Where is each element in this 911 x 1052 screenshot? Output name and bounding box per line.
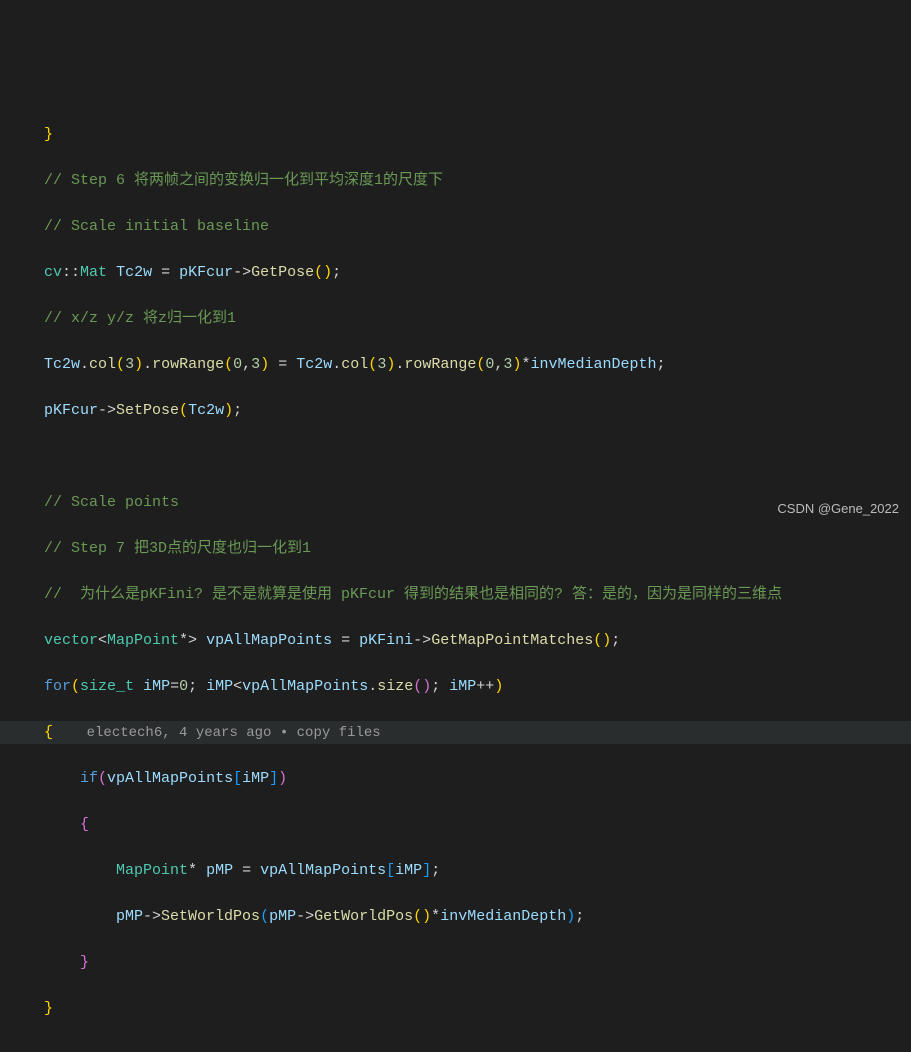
code-line: pMP->SetWorldPos(pMP->GetWorldPos()*invM… <box>44 905 911 928</box>
comment: // Scale points <box>44 494 179 511</box>
comment: // Scale initial baseline <box>44 218 269 235</box>
code-line: for(size_t iMP=0; iMP<vpAllMapPoints.siz… <box>44 675 911 698</box>
code-line: MapPoint* pMP = vpAllMapPoints[iMP]; <box>44 859 911 882</box>
variable: pKFcur <box>179 264 233 281</box>
code-line: } <box>44 997 911 1020</box>
blank-line <box>44 445 911 468</box>
code-line: if(vpAllMapPoints[iMP]) <box>44 767 911 790</box>
variable: Tc2w <box>116 264 152 281</box>
code-line: // 为什么是pKFini? 是不是就算是使用 pKFcur 得到的结果也是相同… <box>44 583 911 606</box>
code-line: } <box>44 123 911 146</box>
code-line: // x/z y/z 将z归一化到1 <box>44 307 911 330</box>
code-line: // Scale initial baseline <box>44 215 911 238</box>
type: Mat <box>80 264 107 281</box>
code-line: Tc2w.col(3).rowRange(0,3) = Tc2w.col(3).… <box>44 353 911 376</box>
function-call: GetPose <box>251 264 314 281</box>
close-brace: } <box>44 126 53 143</box>
code-line: pKFcur->SetPose(Tc2w); <box>44 399 911 422</box>
comment: // 为什么是pKFini? 是不是就算是使用 pKFcur 得到的结果也是相同… <box>44 586 782 603</box>
code-line: } <box>44 951 911 974</box>
gitlens-annotation: electech6, 4 years ago • copy files <box>53 725 381 741</box>
code-editor[interactable]: } // Step 6 将两帧之间的变换归一化到平均深度1的尺度下 // Sca… <box>44 100 911 1052</box>
blank-line <box>44 1043 911 1052</box>
comment: // x/z y/z 将z归一化到1 <box>44 310 236 327</box>
code-line: // Step 6 将两帧之间的变换归一化到平均深度1的尺度下 <box>44 169 911 192</box>
code-line: cv::Mat Tc2w = pKFcur->GetPose(); <box>44 261 911 284</box>
code-line-current: { electech6, 4 years ago • copy files <box>0 721 911 744</box>
code-line: vector<MapPoint*> vpAllMapPoints = pKFin… <box>44 629 911 652</box>
comment: // Step 6 将两帧之间的变换归一化到平均深度1的尺度下 <box>44 172 443 189</box>
watermark: CSDN @Gene_2022 <box>777 497 899 520</box>
namespace: cv <box>44 264 62 281</box>
code-line: { <box>44 813 911 836</box>
code-line: // Step 7 把3D点的尺度也归一化到1 <box>44 537 911 560</box>
comment: // Step 7 把3D点的尺度也归一化到1 <box>44 540 311 557</box>
